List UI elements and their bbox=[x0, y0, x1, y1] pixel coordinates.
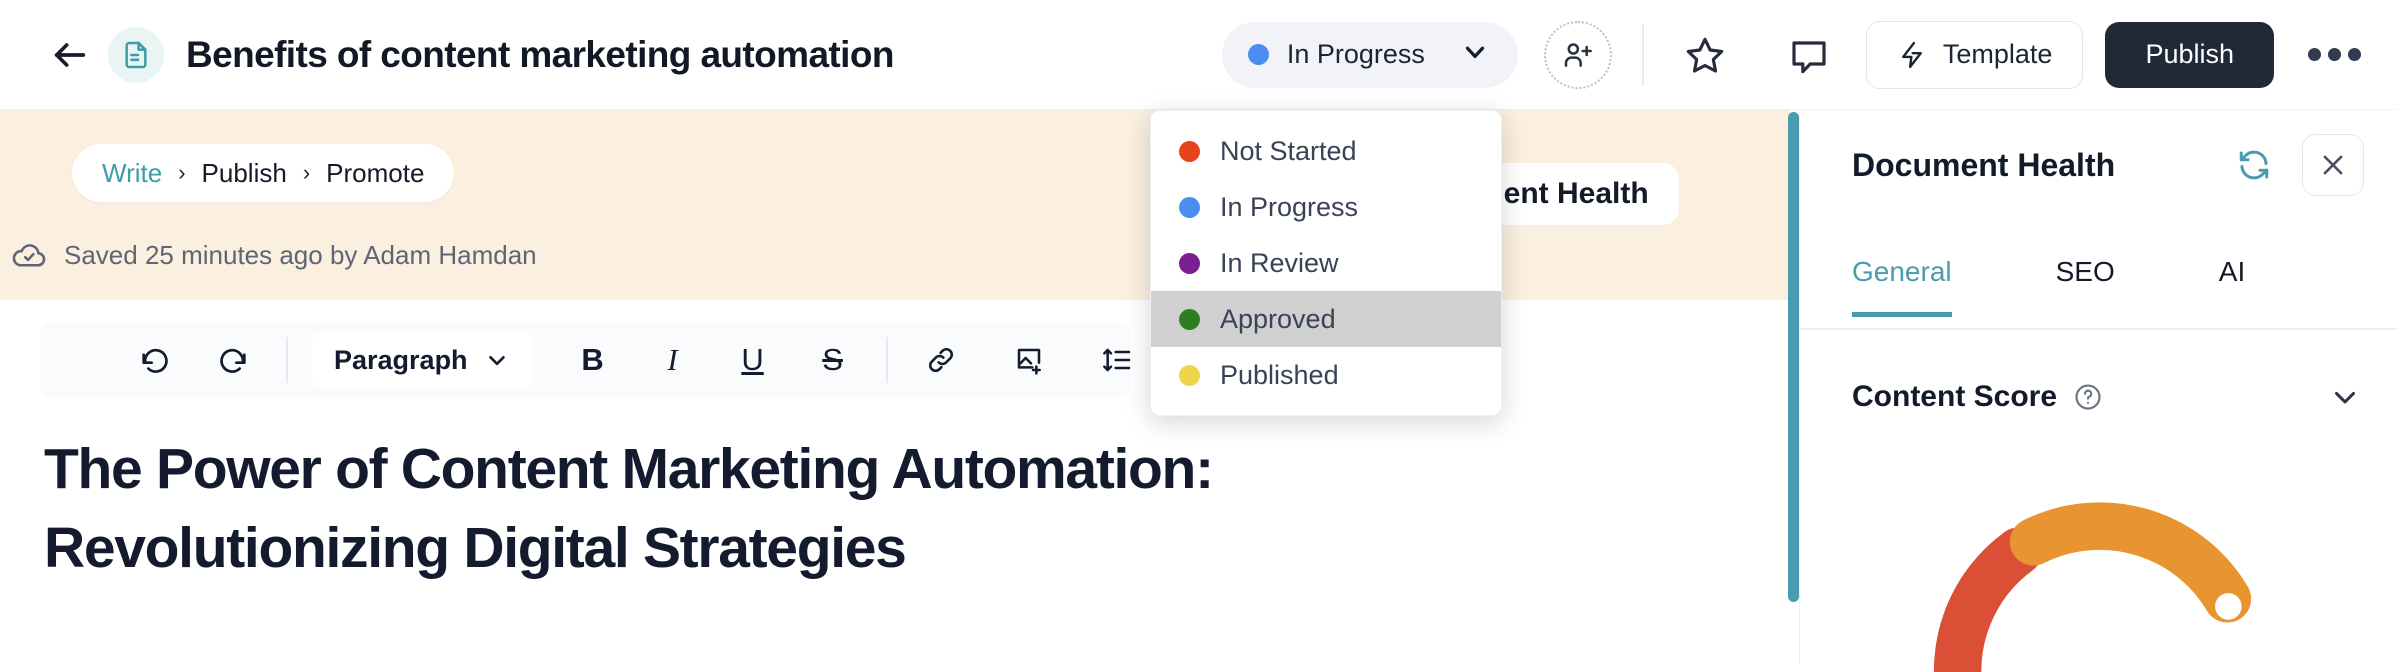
content-score-gauge bbox=[1912, 462, 2292, 672]
status-option-in-review[interactable]: In Review bbox=[1151, 235, 1501, 291]
status-option-approved[interactable]: Approved bbox=[1151, 291, 1501, 347]
italic-label: I bbox=[667, 342, 678, 377]
gauge-knob bbox=[2215, 593, 2242, 620]
content-score-title: Content Score bbox=[1852, 380, 2058, 413]
document-heading-line-1: The Power of Content Marketing Automatio… bbox=[44, 437, 1214, 501]
document-body[interactable]: The Power of Content Marketing Automatio… bbox=[44, 430, 1214, 587]
redo-button[interactable] bbox=[204, 331, 262, 389]
link-icon bbox=[928, 347, 953, 373]
tabs-underline-rule bbox=[1800, 328, 2397, 330]
bold-button[interactable]: B bbox=[564, 331, 622, 389]
insert-image-button[interactable] bbox=[1000, 331, 1058, 389]
lightning-icon bbox=[1901, 41, 1922, 68]
page-title: Benefits of content marketing automation bbox=[186, 33, 894, 75]
status-option-label: In Review bbox=[1220, 247, 1339, 278]
redo-icon bbox=[220, 348, 246, 373]
help-circle-icon[interactable] bbox=[2073, 382, 2103, 412]
status-option-dot bbox=[1179, 252, 1200, 274]
line-height-button[interactable] bbox=[1088, 331, 1146, 389]
breadcrumb-separator: › bbox=[178, 160, 186, 185]
status-option-in-progress[interactable]: In Progress bbox=[1151, 179, 1501, 235]
chevron-down-icon bbox=[488, 355, 505, 366]
close-icon bbox=[2323, 155, 2343, 175]
status-dot bbox=[1247, 44, 1269, 65]
gauge-arc bbox=[1933, 502, 2252, 672]
breadcrumb-item-promote[interactable]: Promote bbox=[326, 158, 424, 189]
panel-title: Document Health bbox=[1852, 146, 2116, 183]
tab-seo[interactable]: SEO bbox=[2056, 252, 2115, 317]
document-health-panel: Document Health General SEO AI Content Sco… bbox=[1799, 110, 2397, 672]
status-option-dot bbox=[1179, 308, 1200, 330]
panel-tabs: General SEO AI bbox=[1800, 252, 2397, 330]
comments-button[interactable] bbox=[1778, 24, 1840, 86]
strikethrough-label: S bbox=[822, 342, 843, 377]
status-option-dot bbox=[1179, 196, 1200, 218]
star-icon bbox=[1686, 37, 1724, 73]
bold-label: B bbox=[581, 342, 604, 377]
publish-button[interactable]: Publish bbox=[2105, 21, 2274, 88]
refresh-icon bbox=[2239, 150, 2269, 180]
top-bar: Benefits of content marketing automation… bbox=[0, 0, 2397, 110]
back-button[interactable] bbox=[44, 29, 96, 81]
saved-status: Saved 25 minutes ago by Adam Hamdan bbox=[10, 236, 537, 274]
undo-icon bbox=[142, 348, 168, 373]
underline-label: U bbox=[741, 342, 764, 377]
arrow-left-icon bbox=[54, 42, 86, 67]
panel-resize-handle[interactable] bbox=[1788, 112, 1799, 602]
status-option-dot bbox=[1179, 140, 1200, 162]
status-option-label: In Progress bbox=[1220, 191, 1359, 222]
more-horizontal-icon bbox=[2308, 48, 2321, 61]
document-heading-line-2: Revolutionizing Digital Strategies bbox=[44, 515, 907, 580]
toolbar-divider bbox=[286, 337, 288, 383]
breadcrumb[interactable]: Write › Publish › Promote bbox=[72, 144, 455, 202]
italic-button[interactable]: I bbox=[644, 331, 702, 389]
strikethrough-button[interactable]: S bbox=[804, 331, 862, 389]
status-option-label: Published bbox=[1220, 359, 1339, 390]
topbar-divider bbox=[1641, 23, 1644, 86]
paragraph-style-label: Paragraph bbox=[334, 344, 468, 375]
chevron-down-icon bbox=[1460, 37, 1490, 72]
tab-ai[interactable]: AI bbox=[2219, 252, 2245, 317]
tab-general[interactable]: General bbox=[1852, 252, 1952, 317]
editor-toolbar: Paragraph B I U S bbox=[40, 322, 1199, 398]
app-root: Benefits of content marketing automation… bbox=[0, 0, 2397, 672]
refresh-button[interactable] bbox=[2228, 139, 2280, 191]
status-dropdown-menu: Not Started In Progress In Review Approved P… bbox=[1150, 110, 1502, 416]
underline-button[interactable]: U bbox=[724, 331, 782, 389]
status-dropdown-trigger[interactable]: In Progress bbox=[1221, 21, 1518, 88]
status-option-label: Not Started bbox=[1220, 135, 1357, 166]
template-button[interactable]: Template bbox=[1865, 20, 2084, 89]
saved-text: Saved 25 minutes ago by Adam Hamdan bbox=[64, 239, 537, 270]
status-option-dot bbox=[1179, 364, 1200, 386]
breadcrumb-separator: › bbox=[302, 160, 311, 185]
comment-icon bbox=[1792, 40, 1826, 73]
document-icon bbox=[125, 41, 147, 68]
paragraph-style-select[interactable]: Paragraph bbox=[312, 331, 532, 389]
status-option-label: Approved bbox=[1220, 303, 1336, 334]
template-label: Template bbox=[1942, 39, 2053, 69]
panel-header: Document Health bbox=[1800, 110, 2397, 220]
close-panel-button[interactable] bbox=[2302, 134, 2364, 196]
line-height-icon bbox=[1102, 348, 1130, 372]
add-image-icon bbox=[1017, 348, 1041, 375]
add-person-button[interactable] bbox=[1543, 20, 1612, 89]
toolbar-divider bbox=[885, 337, 888, 383]
breadcrumb-item-write[interactable]: Write bbox=[102, 158, 162, 189]
breadcrumb-item-publish[interactable]: Publish bbox=[202, 158, 287, 189]
add-person-icon bbox=[1564, 42, 1592, 67]
more-options-button[interactable] bbox=[2302, 34, 2367, 75]
content-score-section-header[interactable]: Content Score bbox=[1852, 368, 2362, 426]
status-option-published[interactable]: Published bbox=[1151, 347, 1501, 403]
cloud-check-icon bbox=[12, 244, 46, 267]
favorite-button[interactable] bbox=[1674, 24, 1736, 86]
gauge-segment-red bbox=[1933, 527, 2043, 672]
status-option-not-started[interactable]: Not Started bbox=[1151, 123, 1501, 179]
undo-button[interactable] bbox=[126, 331, 184, 389]
publish-label: Publish bbox=[2145, 39, 2234, 69]
chevron-down-icon[interactable] bbox=[2328, 380, 2362, 414]
insert-link-button[interactable] bbox=[912, 331, 970, 389]
gauge-segment-orange bbox=[2009, 502, 2252, 623]
status-label: In Progress bbox=[1286, 39, 1425, 69]
document-icon-badge bbox=[108, 26, 164, 83]
